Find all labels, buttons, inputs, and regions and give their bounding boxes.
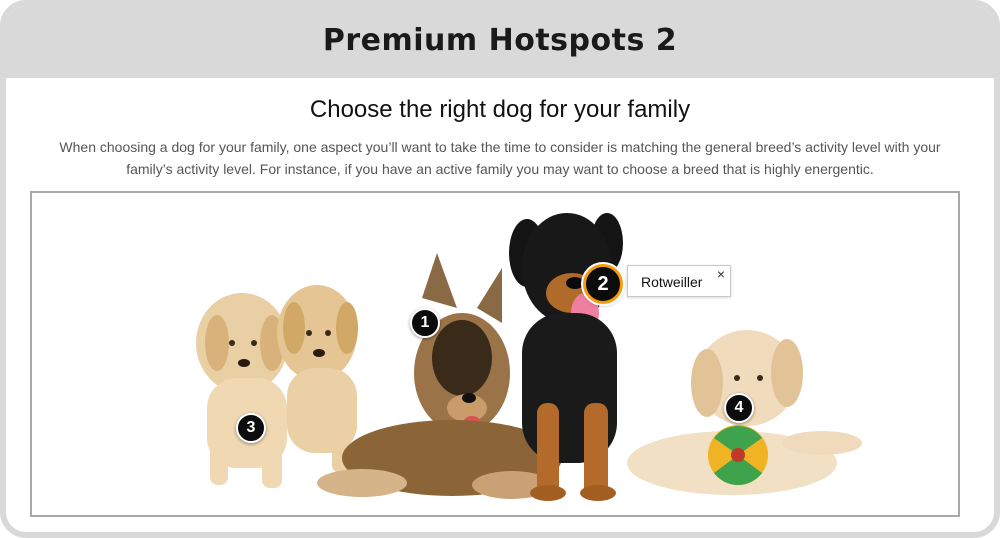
labrador-puppies-image (196, 285, 358, 488)
header-title: Premium Hotspots 2 (322, 22, 678, 58)
tooltip-label: Rotweiller (641, 274, 703, 290)
hotspot-tooltip: Rotweiller × (627, 265, 731, 297)
header-bar: Premium Hotspots 2 (6, 6, 994, 78)
hotspot-card: Premium Hotspots 2 Choose the right dog … (0, 0, 1000, 538)
hotspot-2[interactable]: 2 (583, 264, 623, 304)
hotspot-1[interactable]: 1 (410, 308, 440, 338)
content-description: When choosing a dog for your family, one… (59, 139, 941, 177)
hotspot-3[interactable]: 3 (236, 413, 266, 443)
hotspot-2-number: 2 (597, 272, 609, 295)
close-icon[interactable]: × (717, 266, 725, 282)
hotspot-1-number: 1 (420, 314, 430, 331)
hotspot-3-number: 3 (246, 419, 256, 436)
hotspot-4[interactable]: 4 (724, 393, 754, 423)
dogs-illustration (196, 213, 862, 501)
hotspot-4-number: 4 (734, 399, 744, 416)
dog-image-stage: 1 2 3 4 Rotweiller × (30, 191, 960, 517)
content-title: Choose the right dog for your family (309, 96, 691, 123)
